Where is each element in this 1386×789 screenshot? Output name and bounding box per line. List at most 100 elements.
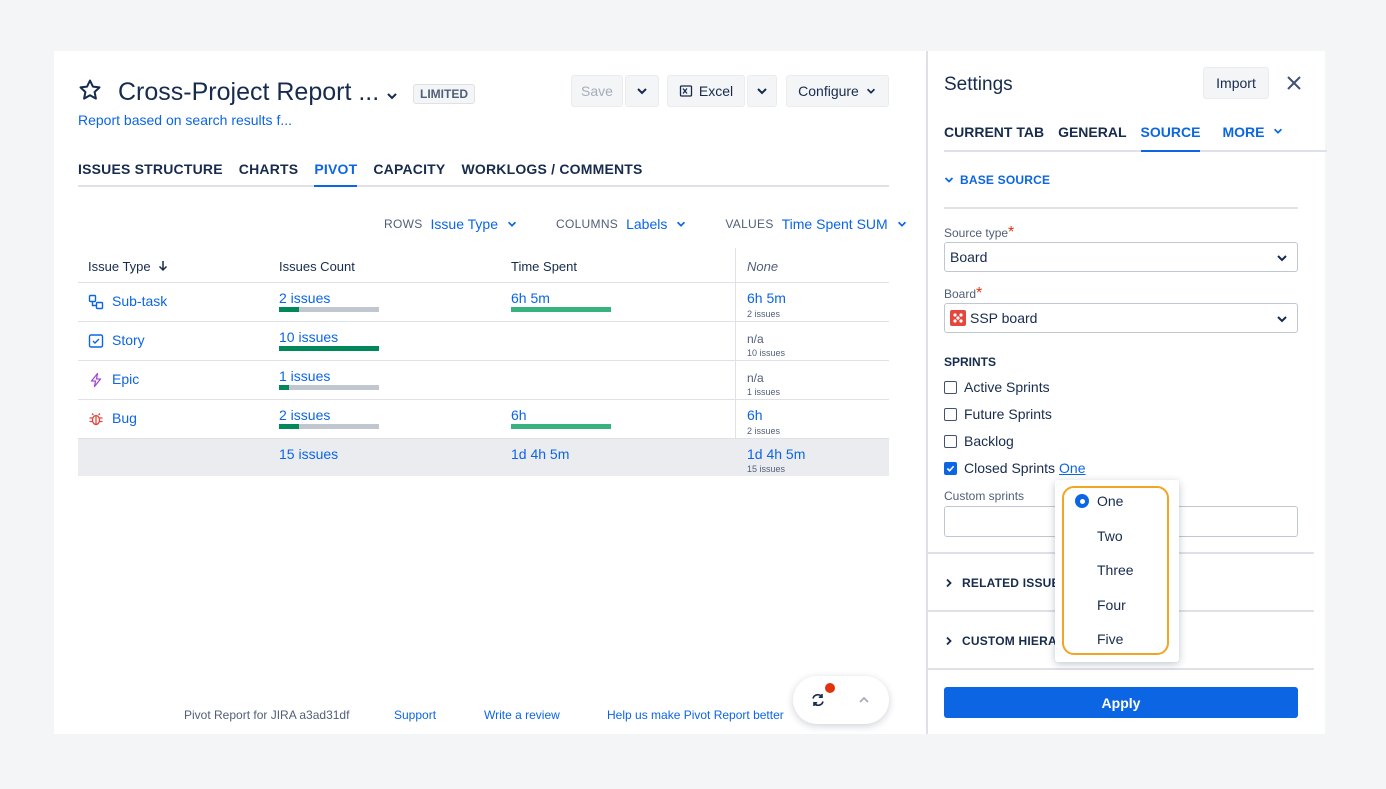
checkbox-box[interactable] xyxy=(944,461,957,475)
footer-help-link[interactable]: Help us make Pivot Report better xyxy=(607,708,784,722)
count-link[interactable]: 2 issues xyxy=(279,407,330,423)
count-bar xyxy=(279,424,379,429)
rows-select[interactable]: Issue Type xyxy=(431,216,498,232)
chevron-down-icon xyxy=(757,88,767,95)
tab-general[interactable]: GENERAL xyxy=(1058,124,1126,150)
checkbox-box[interactable] xyxy=(944,434,957,448)
bug-icon xyxy=(89,413,103,426)
save-menu-button[interactable] xyxy=(625,75,659,107)
issue-type-link[interactable]: Sub-task xyxy=(112,293,167,309)
main-panel: Cross-Project Report ... LIMITED Report … xyxy=(54,51,926,734)
count-link[interactable]: 10 issues xyxy=(279,329,338,345)
values-select[interactable]: Time Spent SUM xyxy=(782,216,888,232)
chevron-up-icon[interactable] xyxy=(857,693,871,707)
issue-type-link[interactable]: Story xyxy=(112,332,145,348)
section-divider xyxy=(928,668,1314,670)
refresh-icon[interactable] xyxy=(810,692,826,708)
chevron-down-icon[interactable] xyxy=(675,218,687,230)
time-link[interactable]: 6h 5m xyxy=(511,290,550,306)
apply-button[interactable]: Apply xyxy=(944,687,1298,718)
report-tabs: ISSUES STRUCTURE CHARTS PIVOT CAPACITY W… xyxy=(78,161,889,187)
sort-arrow-down-icon xyxy=(159,261,168,272)
save-button[interactable]: Save xyxy=(571,75,623,107)
closed-sprints-count-link[interactable]: One xyxy=(1059,460,1085,476)
checkbox-box[interactable] xyxy=(944,407,957,421)
total-count-link[interactable]: 15 issues xyxy=(279,446,338,462)
dropdown-option-five[interactable]: Five xyxy=(1097,631,1123,647)
footer-review-link[interactable]: Write a review xyxy=(484,708,560,722)
table-row: Story 10 issues n/a 10 issues xyxy=(78,322,889,361)
excel-label: Excel xyxy=(698,83,734,99)
future-sprints-checkbox[interactable]: Future Sprints xyxy=(944,406,1052,422)
source-type-select[interactable]: Board xyxy=(944,242,1298,272)
header-issue-type[interactable]: Issue Type xyxy=(88,259,169,274)
total-time-link[interactable]: 1d 4h 5m xyxy=(511,446,569,462)
dropdown-option-two[interactable]: Two xyxy=(1097,528,1123,544)
footer-support-link[interactable]: Support xyxy=(394,708,436,722)
board-value: SSP board xyxy=(970,310,1038,326)
count-link[interactable]: 1 issues xyxy=(279,368,330,384)
time-bar xyxy=(511,424,611,429)
header-time-spent[interactable]: Time Spent xyxy=(511,259,577,274)
board-select[interactable]: SSP board xyxy=(944,303,1298,333)
checkbox-box[interactable] xyxy=(944,380,957,394)
custom-hierarchy-toggle[interactable]: CUSTOM HIERA xyxy=(944,634,1057,648)
title-chevron-down-icon[interactable] xyxy=(385,89,399,103)
excel-button[interactable]: Excel xyxy=(667,75,745,107)
none-value: n/a xyxy=(747,371,764,385)
rows-label: ROWS xyxy=(384,217,423,231)
source-type-label: Source type* xyxy=(944,224,1015,241)
chevron-right-icon xyxy=(946,636,952,646)
excel-menu-button[interactable] xyxy=(747,75,777,107)
header-issues-count[interactable]: Issues Count xyxy=(279,259,355,274)
closed-sprints-checkbox[interactable]: Closed Sprints One xyxy=(944,460,1086,476)
tab-more[interactable]: MORE xyxy=(1222,124,1284,150)
board-label: Board* xyxy=(944,285,983,302)
configure-button[interactable]: Configure xyxy=(786,75,889,107)
import-button[interactable]: Import xyxy=(1203,67,1269,99)
active-sprints-checkbox[interactable]: Active Sprints xyxy=(944,379,1050,395)
chevron-down-icon xyxy=(1274,128,1283,134)
report-subtitle-link[interactable]: Report based on search results f... xyxy=(78,112,292,128)
table-row: Epic 1 issues n/a 1 issues xyxy=(78,361,889,400)
dropdown-option-three[interactable]: Three xyxy=(1097,562,1134,578)
footer-version: Pivot Report for JIRA a3ad31df xyxy=(184,708,350,722)
selected-radio-icon xyxy=(1075,494,1089,508)
none-value: n/a xyxy=(747,332,764,346)
count-link[interactable]: 2 issues xyxy=(279,290,330,306)
issue-type-link[interactable]: Epic xyxy=(112,371,139,387)
epic-icon xyxy=(90,372,102,388)
values-label: VALUES xyxy=(725,217,774,231)
base-source-toggle[interactable]: BASE SOURCE xyxy=(944,173,1050,187)
tab-current-tab[interactable]: CURRENT TAB xyxy=(944,124,1044,150)
columns-label: COLUMNS xyxy=(555,217,619,231)
tab-issues-structure[interactable]: ISSUES STRUCTURE xyxy=(78,161,223,185)
chevron-down-icon[interactable] xyxy=(896,218,908,230)
limited-badge: LIMITED xyxy=(413,84,475,104)
none-link[interactable]: 6h xyxy=(747,407,763,423)
tab-charts[interactable]: CHARTS xyxy=(239,161,299,185)
dropdown-option-one[interactable]: One xyxy=(1097,493,1123,509)
backlog-checkbox[interactable]: Backlog xyxy=(944,433,1014,449)
source-type-value: Board xyxy=(950,249,988,265)
tab-worklogs-comments[interactable]: WORKLOGS / COMMENTS xyxy=(461,161,642,185)
dropdown-option-four[interactable]: Four xyxy=(1097,597,1126,613)
checkbox-label: Closed Sprints xyxy=(964,460,1056,476)
table-total-row: 15 issues 1d 4h 5m 1d 4h 5m 15 issues xyxy=(78,439,889,476)
chevron-down-icon[interactable] xyxy=(506,218,518,230)
star-icon[interactable] xyxy=(78,78,102,102)
tab-pivot[interactable]: PIVOT xyxy=(314,161,358,187)
close-icon[interactable] xyxy=(1285,74,1303,92)
tab-source[interactable]: SOURCE xyxy=(1140,124,1201,152)
time-link[interactable]: 6h xyxy=(511,407,527,423)
floating-action-pill xyxy=(793,676,889,724)
columns-select[interactable]: Labels xyxy=(626,216,667,232)
related-issues-toggle[interactable]: RELATED ISSUES xyxy=(944,576,1068,590)
header-none: None xyxy=(747,259,779,274)
tab-capacity[interactable]: CAPACITY xyxy=(373,161,445,185)
sprints-heading: SPRINTS xyxy=(944,355,997,369)
issue-type-link[interactable]: Bug xyxy=(112,410,137,426)
none-link[interactable]: 6h 5m xyxy=(747,290,786,306)
board-avatar-icon xyxy=(950,310,966,326)
total-none-link[interactable]: 1d 4h 5m xyxy=(747,446,805,462)
